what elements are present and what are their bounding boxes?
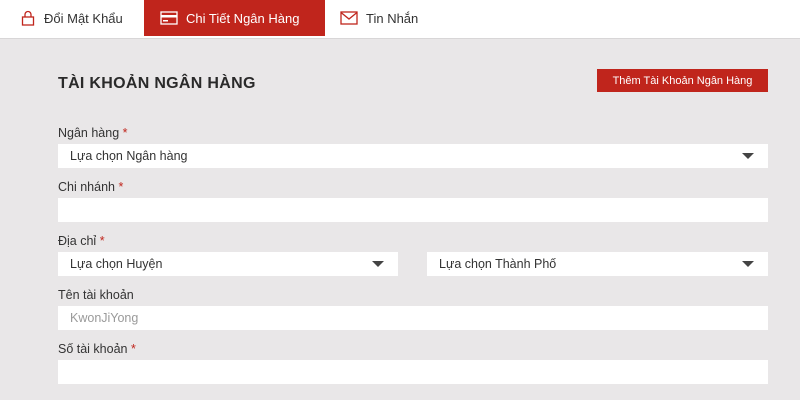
tab-bank-details[interactable]: Chi Tiết Ngân Hàng: [144, 0, 325, 36]
bank-select[interactable]: Lựa chọn Ngân hàng: [58, 144, 768, 168]
tab-change-password[interactable]: Đổi Mật Khẩu: [20, 0, 140, 36]
tab-label: Chi Tiết Ngân Hàng: [186, 10, 300, 26]
required-mark: *: [118, 180, 124, 194]
district-select-value: Lựa chọn Huyện: [70, 257, 163, 271]
city-select-value: Lựa chọn Thành Phố: [439, 257, 557, 271]
add-bank-account-button[interactable]: Thêm Tài Khoản Ngân Hàng: [597, 69, 768, 92]
tab-bar: Đổi Mật Khẩu Chi Tiết Ngân Hàng Tin Nhắn: [0, 0, 800, 39]
bank-label: Ngân hàng *: [58, 126, 128, 140]
branch-label: Chi nhánh *: [58, 180, 124, 194]
account-name-input[interactable]: KwonJiYong: [58, 306, 768, 330]
required-mark: *: [99, 234, 105, 248]
bank-select-value: Lựa chọn Ngân hàng: [70, 149, 188, 163]
section-title: TÀI KHOẢN NGÂN HÀNG: [58, 75, 256, 92]
district-select[interactable]: Lựa chọn Huyện: [58, 252, 398, 276]
tab-label: Tin Nhắn: [366, 10, 419, 26]
tab-label: Đổi Mật Khẩu: [44, 10, 123, 26]
account-name-placeholder: KwonJiYong: [70, 311, 139, 325]
account-number-input[interactable]: [58, 360, 768, 384]
mail-icon: [340, 11, 358, 25]
account-name-label: Tên tài khoản: [58, 288, 134, 302]
chevron-down-icon: [742, 261, 754, 267]
bank-account-panel: TÀI KHOẢN NGÂN HÀNG Thêm Tài Khoản Ngân …: [0, 39, 800, 400]
required-mark: *: [130, 342, 136, 356]
lock-icon: [20, 10, 36, 26]
card-icon: [160, 11, 178, 25]
address-label: Địa chỉ *: [58, 234, 105, 248]
city-select[interactable]: Lựa chọn Thành Phố: [427, 252, 768, 276]
chevron-down-icon: [742, 153, 754, 159]
required-mark: *: [122, 126, 128, 140]
branch-input[interactable]: [58, 198, 768, 222]
chevron-down-icon: [372, 261, 384, 267]
account-number-label: Số tài khoản *: [58, 342, 136, 356]
tab-messages[interactable]: Tin Nhắn: [340, 0, 440, 36]
